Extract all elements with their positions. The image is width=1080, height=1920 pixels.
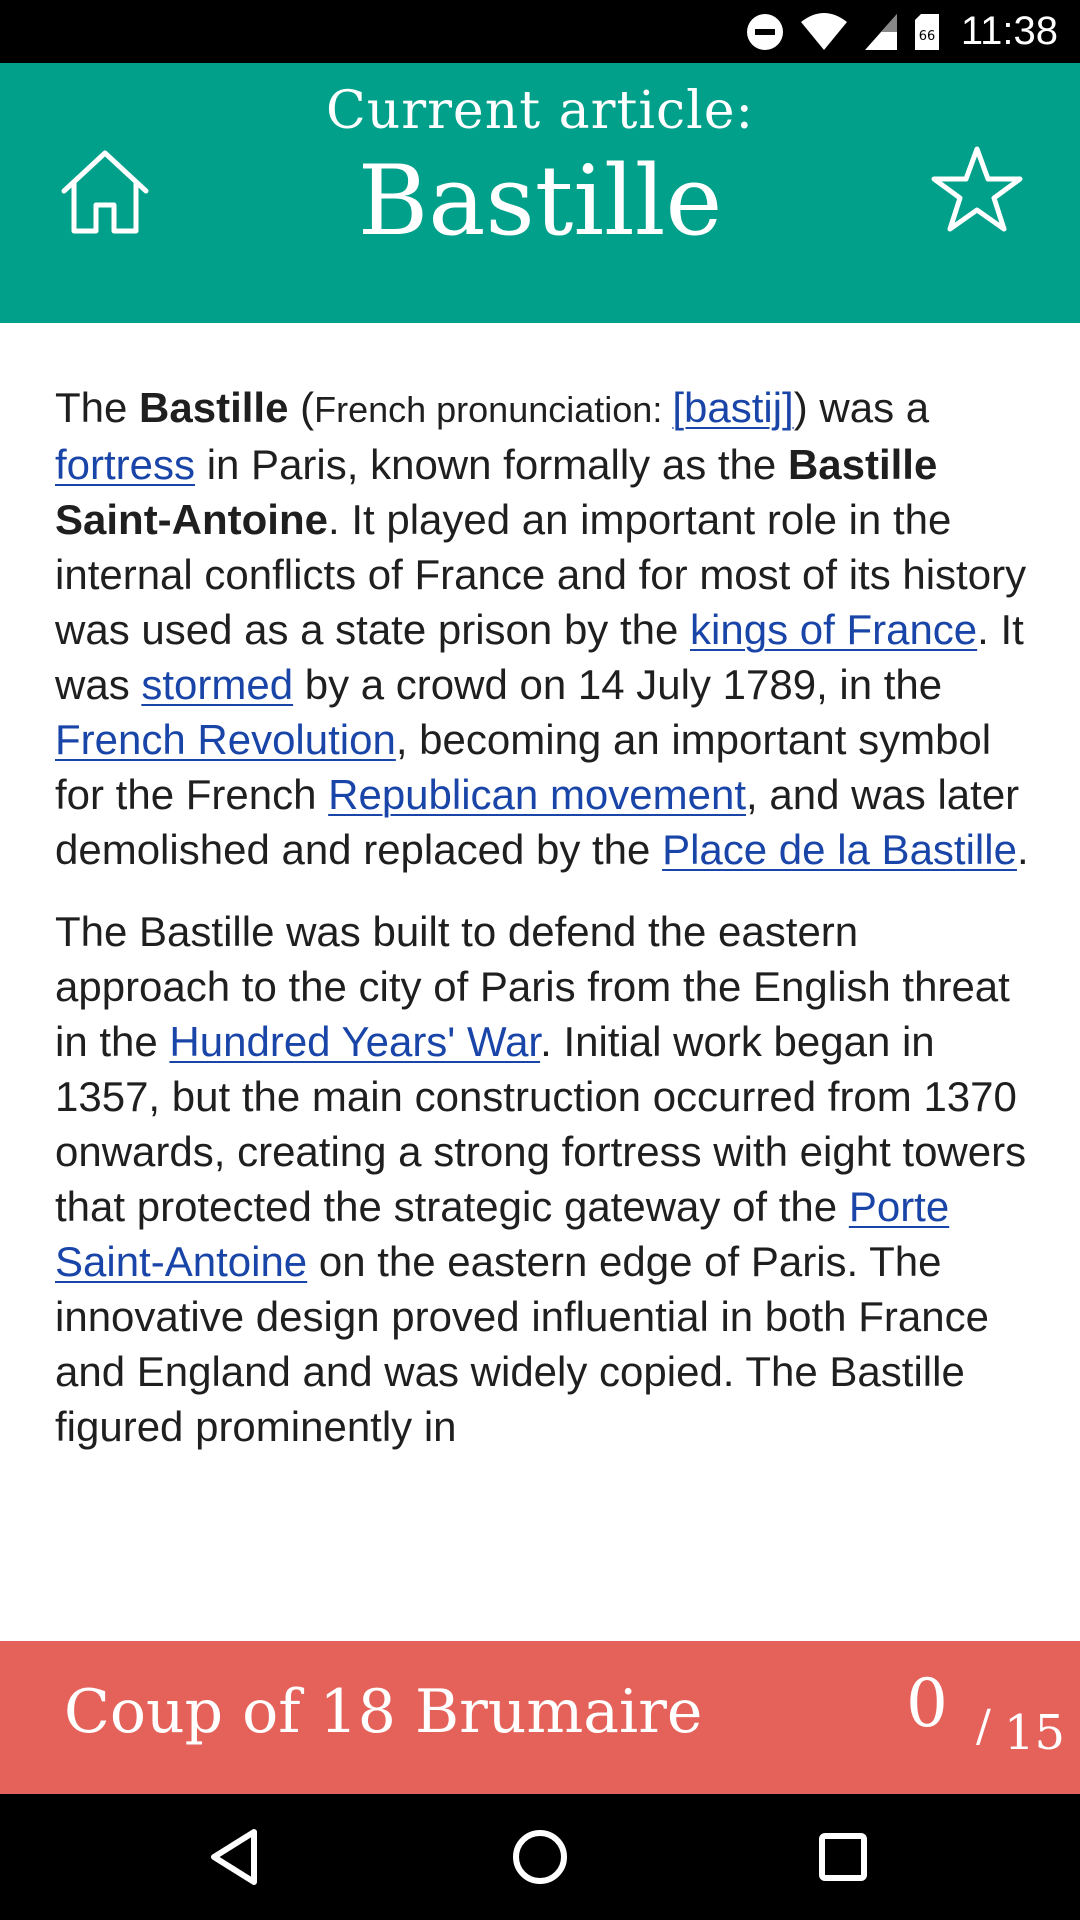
link-french-revolution[interactable]: French Revolution xyxy=(55,716,396,763)
status-icons: 66 11:38 xyxy=(745,0,1058,63)
article-paragraph: The Bastille (French pronunciation: [bas… xyxy=(55,380,1035,877)
star-icon xyxy=(931,146,1023,232)
status-time: 11:38 xyxy=(960,9,1058,53)
max-clicks: 15 xyxy=(1004,1705,1066,1761)
home-icon xyxy=(61,150,149,234)
back-button[interactable] xyxy=(200,1822,270,1892)
home-nav-button[interactable] xyxy=(505,1822,575,1892)
target-bar[interactable]: Coup of 18 Brumaire 0 / 15 xyxy=(0,1641,1080,1794)
favorite-button[interactable] xyxy=(930,145,1024,235)
home-button[interactable] xyxy=(58,147,152,237)
text: by a crowd on 14 July 1789, in the xyxy=(293,661,943,708)
link-kings-of-france[interactable]: kings of France xyxy=(690,606,977,653)
status-bar: 66 11:38 xyxy=(0,0,1080,63)
recents-icon xyxy=(819,1833,867,1881)
score-separator: / xyxy=(976,1701,991,1752)
do-not-disturb-icon xyxy=(746,13,783,50)
target-article-title: Coup of 18 Brumaire xyxy=(64,1677,703,1747)
pronunciation-label: French pronunciation: xyxy=(314,389,673,430)
article-paragraph: The Bastille was built to defend the eas… xyxy=(55,904,1035,1454)
back-icon xyxy=(211,1829,257,1885)
click-count: 0 xyxy=(906,1665,948,1742)
link-republican-movement[interactable]: Republican movement xyxy=(328,771,746,818)
link-stormed[interactable]: stormed xyxy=(141,661,293,708)
link-place-de-la-bastille[interactable]: Place de la Bastille xyxy=(662,826,1017,873)
text: ( xyxy=(288,384,315,431)
cell-signal-icon xyxy=(864,13,897,50)
wifi-icon xyxy=(800,12,847,50)
navigation-bar xyxy=(0,1794,1080,1920)
svg-text:66: 66 xyxy=(919,29,936,44)
sim-card-icon: 66 xyxy=(914,13,939,50)
home-circle-icon xyxy=(513,1830,567,1884)
text: in Paris, known formally as the xyxy=(195,441,788,488)
text: The xyxy=(55,384,140,431)
current-article-title: Bastille xyxy=(357,145,723,257)
bold-term: Bastille xyxy=(139,384,289,431)
link-fortress[interactable]: fortress xyxy=(55,441,195,488)
current-article-label: Current article: xyxy=(325,81,755,141)
link-hundred-years-war[interactable]: Hundred Years' War xyxy=(169,1018,540,1065)
article-body: The Bastille (French pronunciation: [bas… xyxy=(55,380,1035,1481)
text: . xyxy=(1016,826,1029,873)
pronunciation-link[interactable]: [bastij] xyxy=(672,384,793,431)
recents-button[interactable] xyxy=(808,1822,878,1892)
header: Current article: Bastille xyxy=(0,63,1080,323)
text: ) was a xyxy=(793,384,930,431)
